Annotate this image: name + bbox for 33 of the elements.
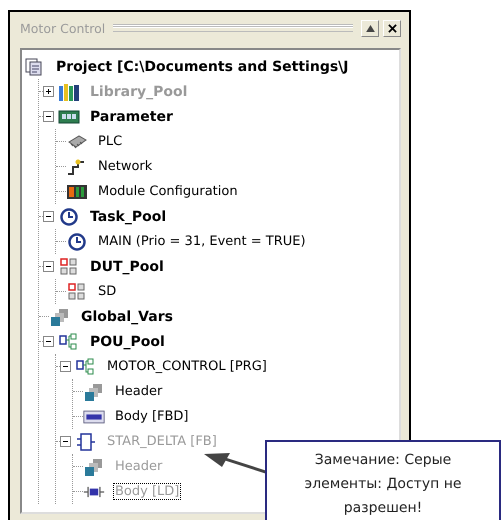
tree-item[interactable]: DUT_Pool: [88, 258, 166, 276]
function-block-icon: [75, 432, 97, 452]
collapse-icon[interactable]: [43, 336, 54, 347]
tree-item[interactable]: PLC: [96, 133, 124, 150]
collapse-icon[interactable]: [43, 261, 54, 272]
tree-item[interactable]: Module Configuration: [96, 183, 240, 200]
drag-grip[interactable]: [113, 24, 353, 32]
tree-item[interactable]: Network: [96, 158, 154, 175]
callout-note: Замечание: Серые элементы: Доступ не разрешен!: [265, 440, 501, 520]
tree-item[interactable]: MOTOR_CONTROL [PRG]: [105, 358, 269, 375]
books-icon: [58, 82, 80, 102]
clock-icon: [66, 232, 88, 252]
collapse-icon[interactable]: [43, 211, 54, 222]
tree-item[interactable]: POU_Pool: [88, 332, 167, 350]
tree-item[interactable]: Task_Pool: [88, 208, 168, 226]
collapse-icon[interactable]: [43, 111, 54, 122]
tree-item[interactable]: Project [C:\Documents and Settings\J: [54, 58, 350, 76]
stacked-blocks-icon: [83, 382, 105, 402]
close-icon: [388, 24, 396, 32]
stacked-blocks-icon: [49, 306, 71, 326]
close-button[interactable]: [383, 20, 401, 36]
tree-item[interactable]: Parameter: [88, 108, 175, 126]
triangle-icon: [366, 24, 374, 32]
clock-icon: [58, 206, 80, 226]
collapse-icon[interactable]: [60, 361, 71, 372]
stacked-blocks-icon: [83, 456, 105, 476]
tree-item[interactable]: SD: [96, 283, 118, 300]
maximize-button[interactable]: [361, 20, 379, 36]
tree-item[interactable]: Header: [113, 383, 164, 400]
window-title: Motor Control: [20, 20, 106, 36]
tree-item[interactable]: MAIN (Prio = 31, Event = TRUE): [96, 233, 308, 250]
tree-item[interactable]: Body [FBD]: [113, 408, 190, 425]
tree-item[interactable]: Global_Vars: [79, 308, 175, 326]
